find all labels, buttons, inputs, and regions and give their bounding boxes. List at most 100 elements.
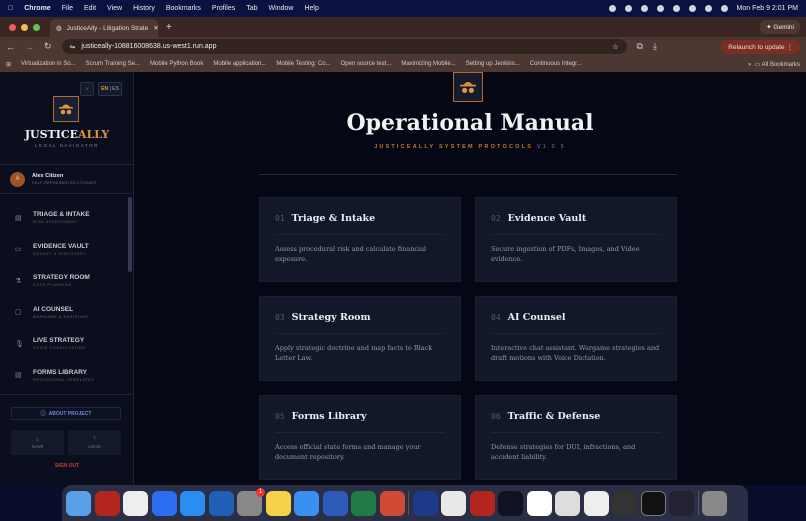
bookmark-star-icon[interactable]: ☆	[612, 43, 618, 51]
bookmark[interactable]: Open source test...	[341, 61, 392, 67]
close-tab-icon[interactable]: ✕	[153, 24, 158, 32]
menu-bookmarks[interactable]: Bookmarks	[166, 5, 201, 12]
theme-toggle-button[interactable]: ☼	[80, 82, 94, 96]
wifi-icon[interactable]	[704, 5, 712, 12]
dock-separator	[408, 491, 409, 515]
menu-file[interactable]: File	[62, 5, 73, 12]
menu-history[interactable]: History	[133, 5, 155, 12]
bookmark[interactable]: Mobile Python Book	[150, 61, 203, 67]
preview-icon[interactable]	[555, 490, 580, 516]
load-button[interactable]: ⤒ LOAD	[68, 430, 121, 455]
word-icon[interactable]	[322, 490, 348, 516]
manual-card[interactable]: 02 Evidence Vault Secure ingestion of PDFs…	[475, 197, 677, 282]
trash-icon[interactable]	[702, 490, 727, 516]
subtitle-text: JUSTICEALLY SYSTEM PROTOCOLS	[374, 144, 534, 150]
new-tab-button[interactable]: +	[166, 22, 172, 33]
manual-card[interactable]: 06 Traffic & Defense Defense strategies fo…	[475, 395, 677, 480]
status-icon[interactable]	[608, 5, 616, 12]
sidebar-item-triage[interactable]: ▤ TRIAGE & INTAKE RISK ASSESSMENT	[0, 202, 128, 234]
app-store-icon[interactable]	[180, 490, 205, 516]
bookmark[interactable]: Mobile application...	[213, 61, 266, 67]
sidebar-item-evidence[interactable]: ▭ EVIDENCE VAULT DOCKET & DISCOVERY	[0, 234, 128, 266]
bookmark[interactable]: Mobile Testing: Co...	[276, 61, 330, 67]
language-toggle[interactable]: EN | ES	[98, 82, 122, 96]
sidebar-scrollbar[interactable]	[128, 197, 132, 272]
status-icon[interactable]	[688, 5, 696, 12]
address-bar[interactable]: ⇋ justiceally-108816008638.us-west1.run.a…	[61, 39, 627, 54]
about-project-button[interactable]: ⓘ ABOUT PROJECT	[11, 407, 121, 420]
sidebar-item-live-strategy[interactable]: 🎙 LIVE STRATEGY VOICE CONSULTATION	[0, 328, 128, 360]
bookmark[interactable]: Scrum Training Se...	[86, 61, 140, 67]
manual-card[interactable]: 03 Strategy Room Apply strategic doctrine …	[259, 296, 461, 381]
card-number: 03	[275, 313, 285, 322]
app-icon[interactable]	[412, 490, 438, 516]
finder-icon[interactable]	[66, 490, 91, 516]
apple-icon[interactable]: 	[8, 5, 13, 12]
form-icon: ▤	[15, 372, 22, 380]
safari-icon[interactable]	[294, 490, 319, 516]
manual-card[interactable]: 05 Forms Library Access official state for…	[259, 395, 461, 480]
textedit-icon[interactable]	[583, 490, 609, 516]
app-icon[interactable]	[208, 490, 234, 516]
menu-window[interactable]: Window	[269, 5, 294, 12]
save-button[interactable]: ⤓ SAVE	[11, 430, 64, 455]
brand-name: JUSTICEALLY	[0, 128, 134, 141]
minimize-window-button[interactable]	[21, 23, 28, 31]
system-settings-icon[interactable]: 1	[237, 487, 265, 516]
app-icon[interactable]	[612, 490, 637, 516]
menu-view[interactable]: View	[107, 5, 122, 12]
acrobat-icon[interactable]	[94, 490, 120, 516]
browser-tab[interactable]: ◍ JusticeAlly - Litigation Strate ✕	[50, 19, 158, 37]
status-icon[interactable]	[624, 5, 632, 12]
user-profile[interactable]: A Alex Citizen SELF-REPRESENTED LITIGANT	[0, 164, 134, 194]
zoom-icon[interactable]	[151, 490, 177, 516]
menu-app[interactable]: Chrome	[24, 5, 50, 12]
app-icon[interactable]	[498, 490, 523, 516]
bookmark[interactable]: Continuous Integr...	[530, 61, 582, 67]
sidebar-item-ai-counsel[interactable]: ▢ AI COUNSEL WARGAME & ASSISTANT	[0, 297, 128, 329]
maximize-window-button[interactable]	[33, 23, 40, 31]
all-bookmarks[interactable]: » ▭ All Bookmarks	[748, 61, 800, 68]
site-settings-icon[interactable]: ⇋	[70, 43, 76, 51]
clock[interactable]: Mon Feb 9 2:01 PM	[737, 5, 798, 12]
relaunch-button[interactable]: Relaunch to update ⋮	[721, 39, 800, 54]
menu-help[interactable]: Help	[304, 5, 318, 12]
bookmark[interactable]: Setting up Jenkins...	[466, 61, 520, 67]
terminal-icon[interactable]	[640, 490, 666, 516]
extensions-icon[interactable]: ⧉	[637, 41, 643, 52]
menu-profiles[interactable]: Profiles	[212, 5, 235, 12]
flask-icon: ⚗	[15, 277, 22, 285]
vscode-icon[interactable]	[526, 490, 552, 516]
nav-label: LIVE STRATEGY	[33, 337, 85, 345]
manual-card[interactable]: 04 AI Counsel Interactive chat assistant. …	[475, 296, 677, 381]
close-window-button[interactable]	[9, 23, 16, 31]
apps-icon[interactable]: ⊞	[6, 61, 11, 68]
app-icon[interactable]	[669, 490, 694, 516]
menu-edit[interactable]: Edit	[84, 5, 96, 12]
manual-card[interactable]: 01 Triage & Intake Assess procedural risk …	[259, 197, 461, 282]
sidebar-item-forms[interactable]: ▤ FORMS LIBRARY PROCEDURAL TEMPLATES	[0, 360, 128, 392]
lang-es[interactable]: ES	[112, 86, 119, 92]
lang-en[interactable]: EN	[101, 86, 108, 92]
bookmark[interactable]: Virtualization in So...	[21, 61, 76, 67]
search-icon[interactable]	[720, 5, 728, 12]
slack-icon[interactable]	[123, 490, 148, 516]
notes-icon[interactable]	[265, 490, 291, 516]
download-icon[interactable]: ⤓	[653, 41, 657, 52]
back-icon[interactable]: ←	[6, 42, 15, 52]
chrome-icon[interactable]	[441, 490, 466, 516]
forward-icon[interactable]: →	[25, 42, 34, 52]
gemini-button[interactable]: ✦ Gemini	[760, 20, 800, 34]
reload-icon[interactable]: ↻	[44, 41, 52, 52]
nav-label: AI COUNSEL	[33, 305, 74, 313]
acrobat-icon[interactable]	[469, 490, 495, 516]
status-icon[interactable]	[672, 5, 680, 12]
sign-out-button[interactable]: SIGN OUT	[0, 463, 134, 469]
status-icon[interactable]	[656, 5, 664, 12]
excel-icon[interactable]	[351, 490, 376, 516]
bookmark[interactable]: Maximizing Mobile...	[401, 61, 455, 67]
sidebar-item-strategy[interactable]: ⚗ STRATEGY ROOM CASE PLANNING	[0, 265, 128, 297]
menu-tab[interactable]: Tab	[246, 5, 257, 12]
powerpoint-icon[interactable]	[379, 490, 405, 516]
status-icon[interactable]	[640, 5, 648, 12]
